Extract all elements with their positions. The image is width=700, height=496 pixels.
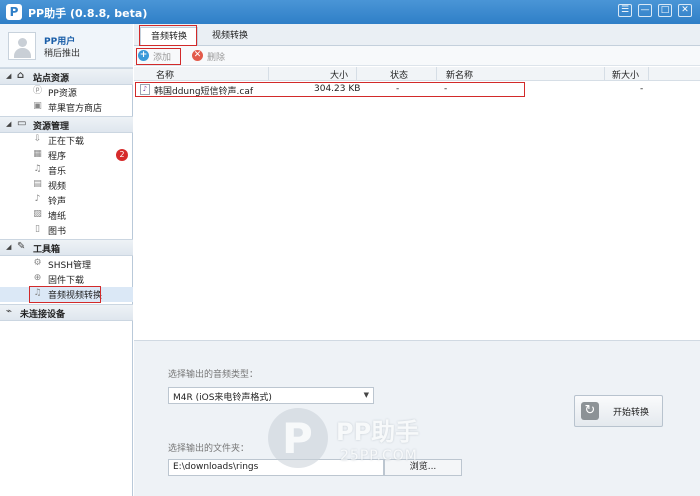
column-divider xyxy=(648,67,649,81)
home-icon: ⌂ xyxy=(17,70,25,81)
section-label: 站点资源 xyxy=(33,74,70,84)
start-convert-button[interactable]: ↻ 开始转换 xyxy=(574,395,663,427)
disconnected-icon: ⌁ xyxy=(6,306,13,317)
column-header-new-name[interactable]: 新名称 xyxy=(446,68,473,81)
book-icon: ▯ xyxy=(35,224,40,234)
user-action-link[interactable]: 稍后推出 xyxy=(44,46,80,59)
collapse-arrow-icon: ◢ xyxy=(6,72,12,80)
column-header-new-size[interactable]: 新大小 xyxy=(612,68,639,81)
app-logo-icon: P xyxy=(6,4,22,20)
download-icon: ⇩ xyxy=(33,134,42,144)
sidebar-item-wallpapers[interactable]: ▨ 墙纸 xyxy=(0,208,133,223)
folder-label: 选择输出的文件夹： xyxy=(168,444,250,454)
section-label: 资源管理 xyxy=(33,122,70,132)
toolbar: + 添加 ✕ 删除 xyxy=(134,46,700,66)
app-icon: ▦ xyxy=(33,149,42,159)
cell-new-size: - xyxy=(640,84,644,94)
sidebar-item-shsh[interactable]: ⚙ SHSH管理 xyxy=(0,257,133,272)
toolbox-icon: ✎ xyxy=(17,241,26,252)
sidebar-item-label: SHSH管理 xyxy=(48,261,91,271)
device-label: 未连接设备 xyxy=(20,310,66,320)
store-icon: ▣ xyxy=(33,101,42,111)
monitor-icon: ▭ xyxy=(17,118,27,129)
sidebar-item-label: 墙纸 xyxy=(48,212,67,222)
sidebar-item-label: 苹果官方商店 xyxy=(48,104,103,114)
column-header-status[interactable]: 状态 xyxy=(390,68,408,81)
sidebar-item-ringtones[interactable]: ♪ 铃声 xyxy=(0,193,133,208)
chevron-down-icon: ▼ xyxy=(363,391,369,399)
output-folder-value: E:\downloads\rings xyxy=(173,462,259,472)
sidebar-item-video[interactable]: ▤ 视频 xyxy=(0,178,133,193)
column-header-name[interactable]: 名称 xyxy=(156,68,174,81)
column-divider xyxy=(268,67,269,81)
format-label: 选择输出的音频类型： xyxy=(168,370,259,380)
section-label: 工具箱 xyxy=(33,245,61,255)
tab-video-convert[interactable]: 视频转换 xyxy=(202,27,258,46)
sidebar-item-downloading[interactable]: ⇩ 正在下载 xyxy=(0,133,133,148)
highlight-box xyxy=(29,286,101,303)
sidebar: PP用户 稍后推出 ◢ ⌂ 站点资源 ⓟ PP资源 ▣ 苹果官方商店 ◢ ▭ 资… xyxy=(0,24,133,496)
firmware-icon: ⊕ xyxy=(33,273,42,283)
delete-icon: ✕ xyxy=(192,50,203,61)
avatar-body-icon xyxy=(14,48,31,58)
watermark: P PP助手 25PP.COM xyxy=(268,406,448,478)
highlight-box xyxy=(136,48,181,65)
highlight-box xyxy=(139,25,197,46)
column-divider xyxy=(604,67,605,81)
maximize-button[interactable]: □ xyxy=(658,4,672,17)
device-status[interactable]: ⌁ 未连接设备 xyxy=(0,304,133,321)
sidebar-item-label: 音乐 xyxy=(48,167,67,177)
watermark-logo-icon: P xyxy=(268,408,328,468)
column-header-size[interactable]: 大小 xyxy=(330,68,348,81)
apps-count-badge: 2 xyxy=(116,149,128,161)
close-button[interactable]: ✕ xyxy=(678,4,692,17)
format-value: M4R (iOS来电铃声格式) xyxy=(173,393,272,403)
video-icon: ▤ xyxy=(33,179,42,189)
sidebar-item-label: 程序 xyxy=(48,152,67,162)
user-panel: PP用户 稍后推出 xyxy=(0,24,133,68)
collapse-arrow-icon: ◢ xyxy=(6,243,12,251)
collapse-arrow-icon: ◢ xyxy=(6,120,12,128)
column-divider xyxy=(356,67,357,81)
start-convert-label: 开始转换 xyxy=(613,408,650,418)
delete-button-label: 删除 xyxy=(207,53,226,63)
ringtone-icon: ♪ xyxy=(34,194,41,204)
sidebar-item-label: 图书 xyxy=(48,227,67,237)
sidebar-item-firmware[interactable]: ⊕ 固件下载 xyxy=(0,272,133,287)
shsh-icon: ⚙ xyxy=(33,258,42,268)
sidebar-item-label: 铃声 xyxy=(48,197,67,207)
sidebar-item-label: 固件下载 xyxy=(48,276,85,286)
watermark-text: PP助手 xyxy=(336,418,420,446)
section-toolbox[interactable]: ◢ ✎ 工具箱 xyxy=(0,239,133,256)
sidebar-item-apps[interactable]: ▦ 程序 2 xyxy=(0,148,133,163)
wallpaper-icon: ▨ xyxy=(33,209,42,219)
avatar[interactable] xyxy=(8,32,36,60)
tab-bar: 音频转换 视频转换 xyxy=(134,24,700,46)
sidebar-item-label: 视频 xyxy=(48,182,67,192)
sidebar-item-books[interactable]: ▯ 图书 xyxy=(0,223,133,238)
table-header: 名称 大小 状态 新名称 新大小 xyxy=(134,67,700,81)
sidebar-item-music[interactable]: ♫ 音乐 xyxy=(0,163,133,178)
section-site-resources[interactable]: ◢ ⌂ 站点资源 xyxy=(0,68,133,85)
window-title: PP助手 (0.8.8, beta) xyxy=(28,7,148,20)
refresh-icon: ↻ xyxy=(581,402,599,420)
watermark-site: 25PP.COM xyxy=(340,448,418,464)
minimize-button[interactable]: — xyxy=(638,4,652,17)
section-resource-management[interactable]: ◢ ▭ 资源管理 xyxy=(0,116,133,133)
avatar-head-icon xyxy=(18,38,27,47)
sidebar-item-app-store[interactable]: ▣ 苹果官方商店 xyxy=(0,100,133,115)
sidebar-item-label: PP资源 xyxy=(48,89,77,99)
headphones-icon: ♫ xyxy=(33,164,42,174)
format-select[interactable]: M4R (iOS来电铃声格式) ▼ xyxy=(168,387,374,404)
sidebar-item-pp-resources[interactable]: ⓟ PP资源 xyxy=(0,85,133,100)
pp-resource-icon: ⓟ xyxy=(32,86,42,96)
column-divider xyxy=(436,67,437,81)
delete-button[interactable]: ✕ 删除 xyxy=(192,49,232,63)
title-bar: P PP助手 (0.8.8, beta) ☰ — □ ✕ xyxy=(0,0,700,24)
sidebar-item-label: 正在下载 xyxy=(48,137,85,147)
highlight-box xyxy=(135,82,525,97)
menu-button[interactable]: ☰ xyxy=(618,4,632,17)
